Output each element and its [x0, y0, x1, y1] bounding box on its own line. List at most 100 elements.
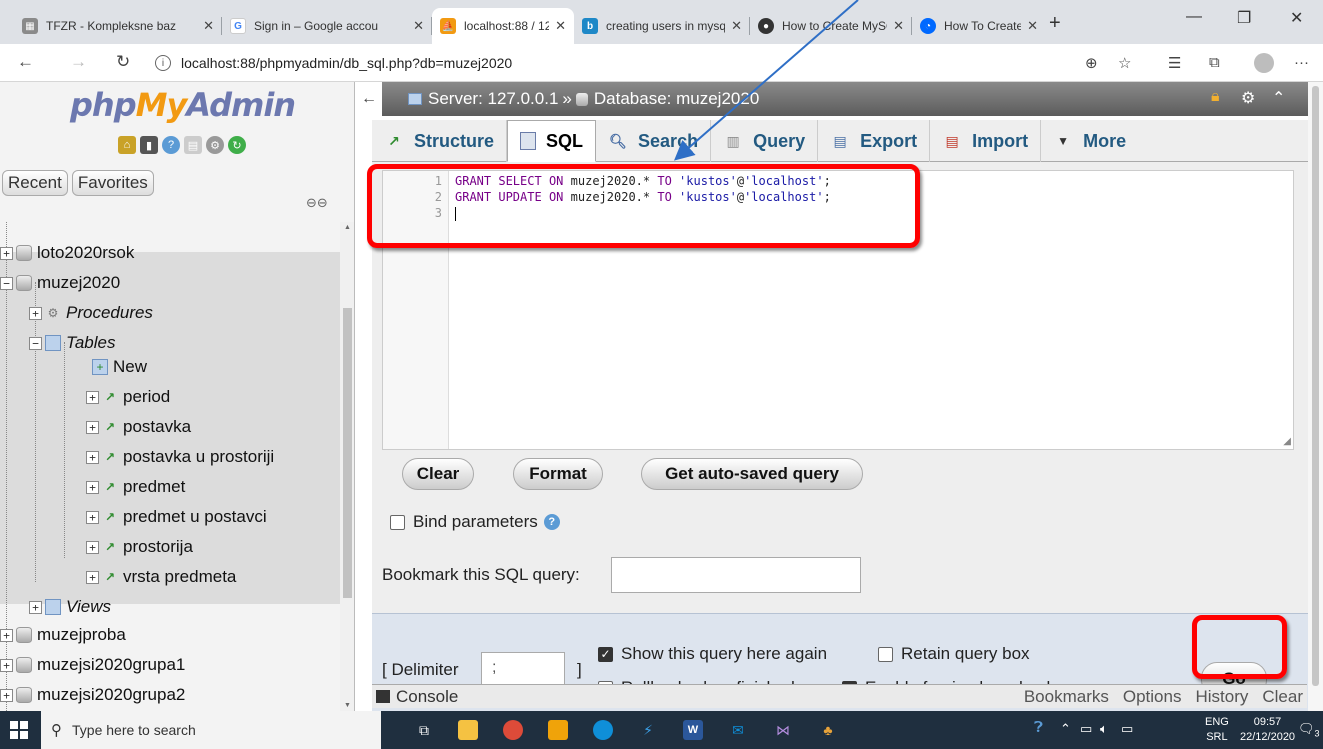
logout-icon[interactable]: ▮ [140, 136, 158, 154]
tab-export[interactable]: ▤ Export [818, 120, 931, 162]
favorites-button[interactable]: Favorites [71, 170, 154, 196]
console-clear-link[interactable]: Clear [1262, 687, 1303, 707]
profile-avatar[interactable] [1254, 53, 1274, 73]
tree-table-predmet-u-postavci[interactable]: + ↗ predmet u postavci [86, 502, 267, 532]
forward-arrow-icon[interactable]: → [70, 52, 87, 72]
help-icon[interactable]: ? [162, 136, 180, 154]
taskbar-search-box[interactable]: ⚲ Type here to search [41, 711, 381, 749]
tab-structure[interactable]: ↗ Structure [372, 120, 508, 162]
close-tab-icon[interactable]: ✕ [893, 18, 904, 34]
home-icon[interactable]: ⌂ [118, 136, 136, 154]
favorites-list-icon[interactable]: ☰ [1168, 54, 1181, 72]
tree-db-muzejproba[interactable]: + muzejproba [0, 620, 126, 650]
resize-handle-icon[interactable]: ◢ [1283, 436, 1291, 447]
link-chain-icon[interactable]: ⊖⊖ [306, 195, 328, 211]
vscode-icon[interactable]: ⚡︎ [638, 720, 658, 740]
tab-import[interactable]: ▤ Import [930, 120, 1042, 162]
notifications-icon[interactable]: 🗨︎3 [1298, 721, 1320, 742]
minimize-icon[interactable]: — [1186, 8, 1202, 26]
console-toggle[interactable]: Console [396, 687, 458, 707]
edge-icon[interactable] [593, 720, 613, 740]
battery-icon[interactable]: ▭ [1080, 721, 1092, 736]
collections-icon[interactable]: ⧉ [1209, 54, 1220, 71]
tree-table-vrsta-predmeta[interactable]: + ↗ vrsta predmeta [86, 562, 236, 592]
console-options-link[interactable]: Options [1123, 687, 1182, 707]
favorite-star-icon[interactable]: ☆ [1118, 54, 1131, 72]
close-tab-icon[interactable]: ✕ [731, 18, 742, 34]
tree-table-prostorija[interactable]: + ↗ prostorija [86, 532, 193, 562]
info-icon[interactable]: i [155, 55, 171, 71]
tree-db-loto2020rsok[interactable]: + loto2020rsok [0, 238, 134, 268]
browser-tab-localhost[interactable]: ⛵ localhost:88 / 127.0.0.1 ✕ [432, 8, 574, 44]
app-icon[interactable]: ♣ [818, 720, 838, 740]
close-tab-icon[interactable]: ✕ [413, 18, 424, 34]
tree-group-procedures[interactable]: + ⚙ Procedures [29, 298, 153, 328]
main-scrollbar-thumb[interactable] [1312, 86, 1319, 686]
expand-icon[interactable]: + [86, 420, 99, 434]
docs-icon[interactable]: ▤ [184, 136, 202, 154]
back-arrow-icon[interactable]: ← [17, 52, 34, 72]
expand-icon[interactable]: + [29, 306, 42, 320]
visual-studio-icon[interactable]: ⋈ [773, 720, 793, 740]
collapse-top-icon[interactable]: ⌃ [1272, 88, 1285, 108]
settings-gear-icon[interactable]: ⚙ [1241, 88, 1255, 108]
expand-icon[interactable]: + [86, 450, 99, 464]
settings-gear-icon[interactable]: ⚙ [206, 136, 224, 154]
retain-query-box-checkbox[interactable]: Retain query box [878, 644, 1030, 664]
close-tab-icon[interactable]: ✕ [555, 18, 566, 34]
phpmyadmin-logo[interactable]: phpMyAdmin [70, 86, 296, 124]
task-view-icon[interactable]: ⧉ [414, 720, 434, 740]
expand-icon[interactable]: + [86, 480, 99, 494]
expand-icon[interactable]: + [0, 658, 13, 672]
delimiter-input[interactable]: ; [481, 652, 565, 686]
show-query-again-checkbox[interactable]: ✓ Show this query here again [598, 644, 827, 664]
format-button[interactable]: Format [513, 458, 603, 490]
new-tab-icon[interactable]: + [1049, 12, 1061, 35]
collapse-icon[interactable]: − [29, 336, 42, 350]
lock-icon[interactable]: 🔒︎ [1211, 88, 1220, 106]
clear-button[interactable]: Clear [402, 458, 474, 490]
nav-scrollbar-thumb[interactable] [343, 308, 352, 598]
checkbox-box[interactable] [878, 646, 893, 662]
tab-sql[interactable]: SQL [507, 120, 597, 162]
close-tab-icon[interactable]: ✕ [1027, 18, 1038, 34]
get-auto-saved-query-button[interactable]: Get auto-saved query [641, 458, 863, 490]
tree-db-muzejsi2020grupa1[interactable]: + muzejsi2020grupa1 [0, 650, 185, 680]
expand-icon[interactable]: + [86, 570, 99, 584]
clock[interactable]: 09:57 22/12/2020 [1240, 715, 1295, 745]
main-scrollbar[interactable] [1308, 82, 1323, 711]
windows-start-icon[interactable] [10, 721, 28, 739]
language-indicator[interactable]: ENG SRL [1205, 715, 1229, 745]
breadcrumb-server[interactable]: Server: 127.0.0.1 [428, 89, 558, 109]
tree-table-predmet[interactable]: + ↗ predmet [86, 472, 185, 502]
chevron-up-icon[interactable]: ⌃ [1060, 721, 1071, 736]
network-icon[interactable]: ▭ [1121, 721, 1133, 736]
browser-tab-create-mysql[interactable]: ● How to Create MySQL ✕ [750, 8, 912, 44]
tree-group-views[interactable]: + Views [29, 592, 111, 622]
chrome-icon[interactable] [503, 720, 523, 740]
tree-table-period[interactable]: + ↗ period [86, 382, 170, 412]
tree-table-postavka[interactable]: + ↗ postavka [86, 412, 191, 442]
browser-tab-creating-users[interactable]: b creating users in mysql ✕ [574, 8, 750, 44]
console-history-link[interactable]: History [1195, 687, 1248, 707]
expand-icon[interactable]: + [0, 246, 13, 260]
bind-parameters-checkbox[interactable]: Bind parameters ? [390, 512, 560, 532]
tree-new-table[interactable]: + New [92, 352, 147, 382]
tab-query[interactable]: ▥ Query [711, 120, 819, 162]
mail-icon[interactable]: ✉ [728, 720, 748, 740]
console-bookmarks-link[interactable]: Bookmarks [1024, 687, 1109, 707]
collapse-nav-arrow-icon[interactable]: ← [356, 82, 382, 116]
expand-icon[interactable]: + [29, 600, 42, 614]
browser-tab-google[interactable]: G Sign in – Google accou ✕ [222, 8, 432, 44]
store-icon[interactable] [548, 720, 568, 740]
nav-scrollbar[interactable]: ▲ ▼ [340, 222, 354, 711]
expand-icon[interactable]: + [0, 688, 13, 702]
help-icon[interactable]: ? [543, 514, 560, 530]
expand-icon[interactable]: + [0, 628, 13, 642]
help-tray-icon[interactable]: ❓︎ [1034, 720, 1043, 735]
tree-table-postavka-u-prostoriji[interactable]: + ↗ postavka u prostoriji [86, 442, 274, 472]
expand-icon[interactable]: + [86, 390, 99, 404]
browser-tab-tfzr[interactable]: ▦ TFZR - Kompleksne baz ✕ [14, 8, 222, 44]
refresh-icon[interactable]: ↻ [116, 52, 130, 72]
expand-icon[interactable]: + [86, 510, 99, 524]
